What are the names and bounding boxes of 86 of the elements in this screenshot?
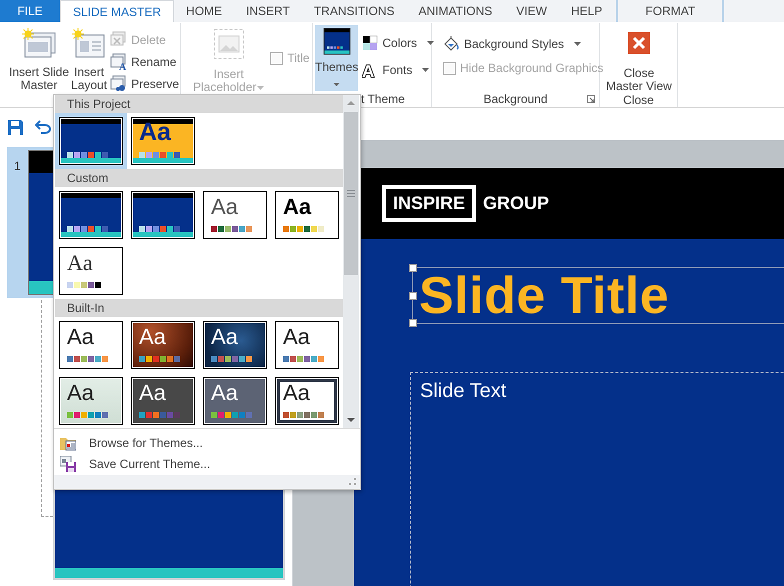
insert-slide-master-button[interactable]: Insert Slide Master <box>8 26 70 92</box>
caret-icon <box>333 82 340 86</box>
color-swatches <box>283 412 324 418</box>
text-placeholder[interactable]: Slide Text <box>410 372 784 586</box>
save-button[interactable] <box>8 120 23 134</box>
scrollbar[interactable] <box>343 95 359 428</box>
paint-bucket-icon <box>442 34 460 52</box>
color-swatches <box>67 282 101 288</box>
sample-text: Aa <box>67 324 94 349</box>
slide-number: 1 <box>14 158 22 175</box>
caret-icon <box>257 86 264 90</box>
section-heading: This Project <box>55 95 343 113</box>
theme-option[interactable] <box>55 113 127 169</box>
color-swatches <box>211 412 252 418</box>
delete-slide-icon <box>110 31 128 48</box>
color-swatches <box>67 152 108 158</box>
color-swatches <box>283 226 324 232</box>
slide-title: Slide Title <box>419 268 670 324</box>
sample-text: Aa <box>139 380 166 405</box>
logo-text: INSPIRE <box>382 185 476 222</box>
caret-icon <box>574 42 582 46</box>
menu-item[interactable]: Save Current Theme... <box>54 454 360 475</box>
ribbon-tab[interactable]: SLIDE MASTER <box>60 0 174 22</box>
resize-handle[interactable] <box>409 319 417 328</box>
sample-text: Aa <box>67 380 94 405</box>
section-heading: Custom <box>55 169 343 187</box>
background-styles-button[interactable]: Background Styles <box>442 35 604 52</box>
themes-button[interactable]: Themes <box>315 25 358 91</box>
resize-handle[interactable] <box>409 292 417 300</box>
color-swatches <box>139 152 180 158</box>
sample-text: Aa <box>67 250 93 275</box>
color-swatches <box>283 356 324 362</box>
menu-item[interactable]: Browse for Themes... <box>54 432 360 454</box>
grip-icon <box>347 190 355 197</box>
color-swatches <box>139 226 180 232</box>
ribbon-tab[interactable]: FILE <box>0 0 60 22</box>
caret-icon <box>422 68 430 72</box>
color-swatches <box>211 356 252 362</box>
ribbon-tab[interactable]: INSERT <box>234 0 302 22</box>
ribbon-dropdown-button[interactable]: A Fonts <box>362 61 434 78</box>
title-placeholder[interactable]: Slide Title <box>412 267 784 324</box>
undo-button[interactable] <box>35 120 51 134</box>
ribbon-button[interactable]: Preserve <box>110 75 180 92</box>
sample-text: Aa <box>283 380 310 405</box>
color-swatches <box>67 356 108 362</box>
resize-grip-icon <box>349 478 356 485</box>
sample-text: Aa <box>283 324 310 349</box>
color-swatches <box>139 412 180 418</box>
sample-text: Aa <box>211 324 238 349</box>
group-label: t Theme <box>361 92 405 106</box>
logo-text: GROUP <box>483 193 550 214</box>
sample-text: Aa <box>283 194 312 219</box>
preserve-slide-icon <box>110 75 128 92</box>
color-swatches <box>211 226 252 232</box>
close-master-view-button[interactable]: Close Master View <box>603 26 675 93</box>
color-swatches <box>67 412 108 418</box>
scrollbar-thumb[interactable] <box>344 112 358 275</box>
group-label: Background <box>483 92 548 106</box>
ribbon-tab[interactable]: TRANSITIONS <box>302 0 406 22</box>
sample-text: Aa <box>211 194 238 219</box>
group-label: Close <box>623 93 654 107</box>
save-theme-icon <box>60 456 76 472</box>
font-letter-icon: A <box>362 62 378 78</box>
insert-layout-button[interactable]: Insert Layout <box>70 26 108 92</box>
sample-text: Aa <box>139 324 166 349</box>
caret-icon <box>427 40 434 44</box>
new-master-slide-icon <box>22 28 56 60</box>
dialog-launcher-icon <box>587 95 595 103</box>
theme-thumbnail-icon <box>320 28 353 55</box>
placeholder-icon <box>212 28 245 62</box>
resize-handle[interactable] <box>409 264 417 272</box>
color-palette-icon <box>362 34 378 50</box>
close-icon <box>628 32 650 54</box>
color-swatches <box>67 226 108 232</box>
ribbon-dropdown-button[interactable]: Colors <box>362 34 434 51</box>
ribbon-tab[interactable]: ANIMATIONS <box>406 0 504 22</box>
section-heading: Built-In <box>55 299 343 317</box>
sample-text: Aa <box>211 380 238 405</box>
undo-icon <box>35 120 51 134</box>
ribbon-tab[interactable]: VIEW <box>504 0 559 22</box>
sample-text: Aa <box>139 118 171 146</box>
color-swatches <box>139 356 180 362</box>
ribbon-tab[interactable]: HOME <box>174 0 234 22</box>
new-layout-icon <box>72 28 106 60</box>
slide-text: Slide Text <box>420 380 506 402</box>
ribbon-tab[interactable]: HELP <box>558 0 614 22</box>
